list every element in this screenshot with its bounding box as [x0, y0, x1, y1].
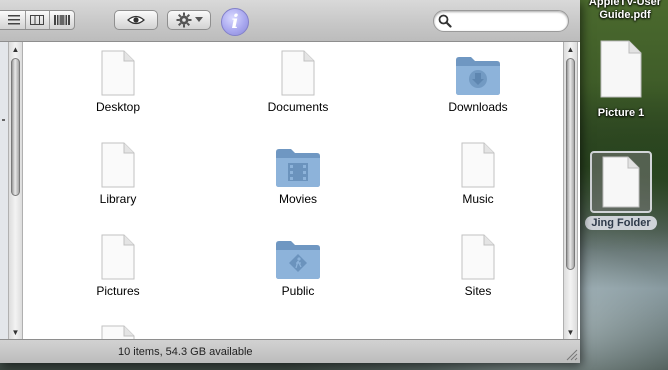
finder-window: i ▲ ▼ Desktop Documents Downloads Librar… [0, 0, 580, 363]
toolbar: i [0, 0, 580, 42]
search-input[interactable] [456, 13, 561, 29]
eye-icon [127, 15, 145, 25]
document-icon [101, 325, 135, 339]
file-item-public[interactable]: Public [238, 238, 358, 298]
file-item-label: Documents [267, 100, 329, 114]
file-item-label: Desktop [95, 100, 141, 114]
file-item-downloads[interactable]: Downloads [418, 54, 538, 114]
scrollbar-thumb[interactable] [566, 58, 575, 270]
desktop-icon-label: Jing Folder [585, 216, 657, 230]
column-view-icon [30, 15, 45, 25]
file-item-documents[interactable]: Documents [238, 50, 358, 114]
search-field[interactable] [433, 10, 569, 32]
file-icon-view: Desktop Documents Downloads Library Movi… [23, 42, 563, 339]
coverflow-view-button[interactable] [50, 11, 74, 29]
list-view-icon [7, 15, 20, 25]
column-view-button[interactable] [26, 11, 51, 29]
document-icon [602, 156, 640, 208]
public-folder-icon [276, 241, 320, 279]
file-item-label: Public [281, 284, 315, 298]
desktop-file-label-partial[interactable]: AppleTV-User Guide.pdf [582, 0, 668, 22]
file-item-partial[interactable] [58, 325, 178, 339]
search-icon [438, 14, 452, 28]
file-item-label: Music [462, 192, 494, 206]
scroll-up-arrow-icon[interactable]: ▲ [566, 44, 575, 54]
action-menu-button[interactable] [167, 10, 211, 30]
file-item-movies[interactable]: Movies [238, 146, 358, 206]
document-icon [461, 142, 495, 188]
resize-grip-icon[interactable] [563, 339, 580, 363]
movies-folder-icon [276, 149, 320, 187]
info-icon: i [231, 11, 239, 33]
file-item-label: Sites [464, 284, 492, 298]
gear-icon [176, 12, 191, 28]
status-bar: 10 items, 54.3 GB available [0, 339, 580, 363]
document-icon [281, 50, 315, 96]
document-icon [101, 142, 135, 188]
scroll-up-arrow-icon[interactable]: ▲ [11, 44, 20, 54]
view-mode-segmented-control [0, 10, 75, 30]
desktop-icon-label: Picture 1 [597, 107, 645, 119]
file-item-library[interactable]: Library [58, 142, 178, 206]
chevron-down-icon [194, 17, 203, 22]
downloads-folder-icon [456, 57, 500, 95]
document-icon [101, 234, 135, 280]
desktop-icon-picture-1[interactable]: Picture 1 [576, 40, 666, 121]
selection-highlight [590, 151, 652, 213]
document-icon [101, 50, 135, 96]
file-item-sites[interactable]: Sites [418, 234, 538, 298]
file-item-label: Movies [278, 192, 317, 206]
status-text: 10 items, 54.3 GB available [118, 346, 253, 358]
file-item-label: Library [99, 192, 137, 206]
get-info-button[interactable]: i [221, 8, 249, 36]
file-item-desktop[interactable]: Desktop [58, 50, 178, 114]
scroll-down-arrow-icon[interactable]: ▼ [566, 327, 575, 337]
desktop-icon-jing-folder[interactable]: Jing Folder [576, 151, 666, 231]
document-icon [461, 234, 495, 280]
document-icon [600, 40, 642, 98]
file-item-pictures[interactable]: Pictures [58, 234, 178, 298]
scrollbar-thumb[interactable] [11, 58, 20, 196]
scroll-down-arrow-icon[interactable]: ▼ [11, 327, 20, 337]
file-item-label: Pictures [96, 284, 140, 298]
content-scrollbar[interactable]: ▲ ▼ [563, 42, 578, 339]
coverflow-view-icon [54, 15, 71, 25]
quick-look-button[interactable] [114, 10, 158, 30]
file-item-music[interactable]: Music [418, 142, 538, 206]
file-item-label: Downloads [448, 100, 508, 114]
sidebar-scrollbar[interactable]: ▲ ▼ [8, 42, 23, 339]
list-view-button[interactable] [0, 11, 26, 29]
